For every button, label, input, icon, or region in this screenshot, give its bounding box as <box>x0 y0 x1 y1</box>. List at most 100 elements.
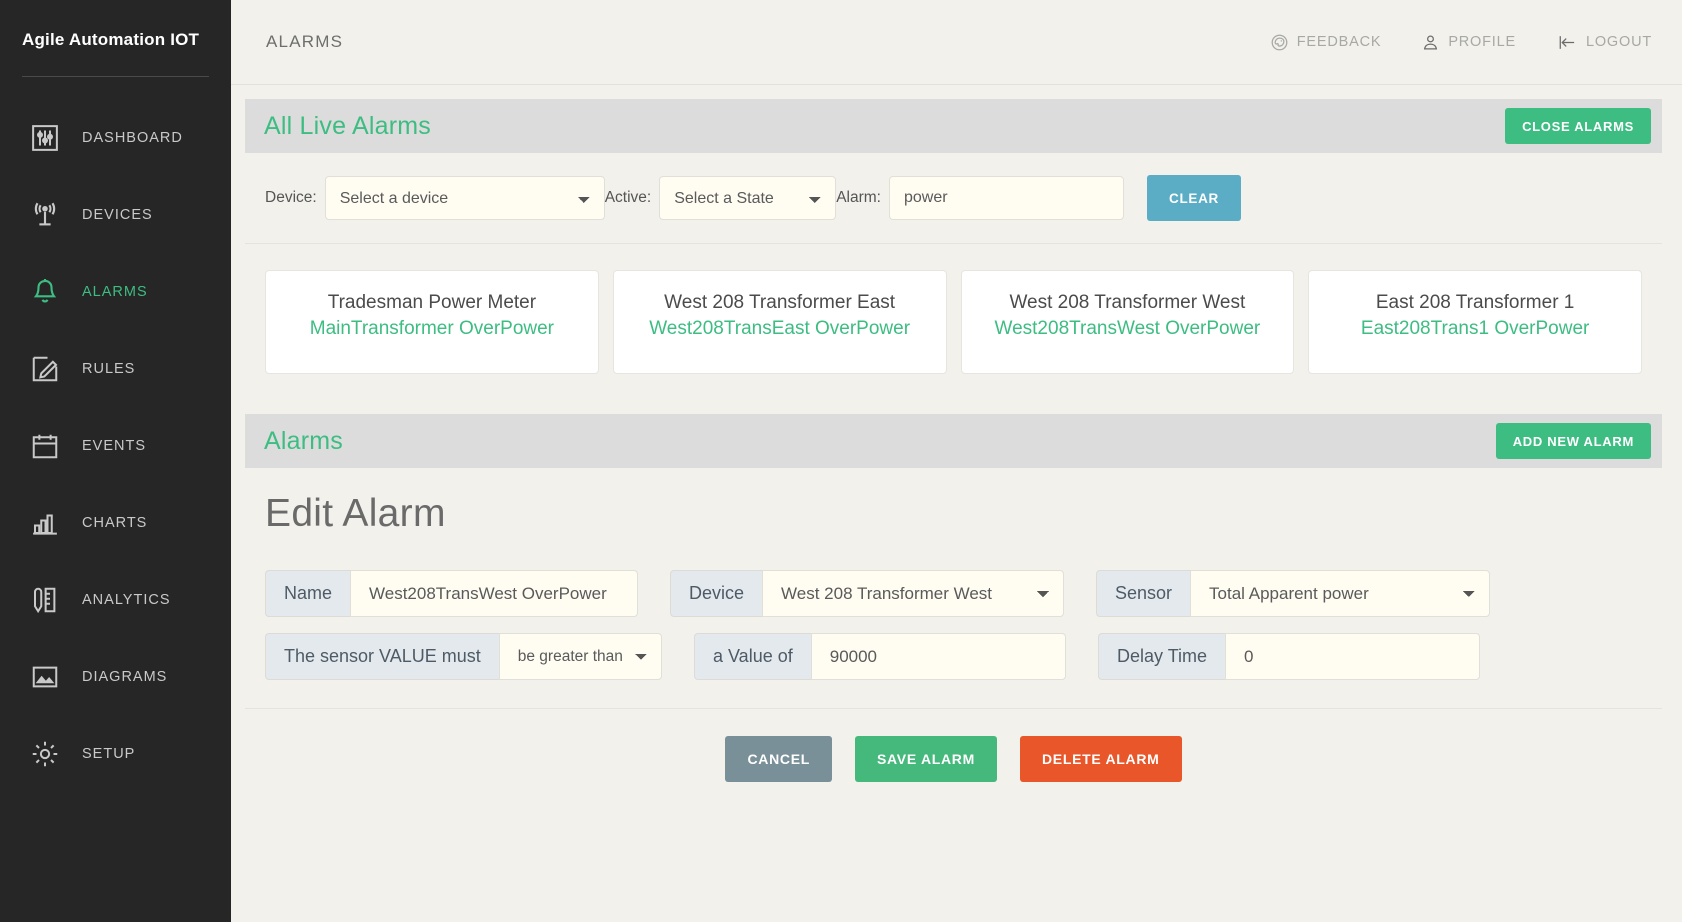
add-new-alarm-button[interactable]: ADD NEW ALARM <box>1495 423 1651 459</box>
form-row-condition: The sensor VALUE must be greater than a … <box>265 633 1642 680</box>
live-alarms-header: All Live Alarms CLOSE ALARMS <box>245 99 1662 153</box>
sidebar-item-devices[interactable]: DEVICES <box>0 176 231 253</box>
sidebar-item-diagrams[interactable]: DIAGRAMS <box>0 638 231 715</box>
sensor-label: Sensor <box>1096 570 1191 617</box>
content-area: All Live Alarms CLOSE ALARMS Device: Sel… <box>231 85 1682 922</box>
edit-alarm-actions: CANCEL SAVE ALARM DELETE ALARM <box>245 708 1662 782</box>
topbar-actions: FEEDBACK PROFILE LOGOUT <box>1230 33 1682 52</box>
image-icon <box>28 660 62 694</box>
condition-field-group: The sensor VALUE must be greater than <box>265 633 662 680</box>
bell-icon <box>28 275 62 309</box>
antenna-icon <box>28 198 62 232</box>
save-alarm-button[interactable]: SAVE ALARM <box>854 736 997 782</box>
profile-label: PROFILE <box>1448 34 1516 50</box>
device-label: Device <box>670 570 763 617</box>
alarm-sensor-select[interactable]: Total Apparent power <box>1190 570 1490 617</box>
logout-arrow-icon <box>1556 33 1586 52</box>
pencil-ruler-icon <box>28 583 62 617</box>
sidebar-item-label: EVENTS <box>82 437 147 454</box>
sidebar-item-setup[interactable]: SETUP <box>0 715 231 792</box>
profile-button[interactable]: PROFILE <box>1421 33 1516 52</box>
delete-alarm-button[interactable]: DELETE ALARM <box>1019 736 1182 782</box>
sidebar-item-label: DASHBOARD <box>82 129 183 146</box>
device-filter-select[interactable]: Select a device <box>324 176 605 220</box>
sidebar-item-label: SETUP <box>82 745 136 762</box>
logout-label: LOGOUT <box>1585 34 1652 50</box>
condition-label: The sensor VALUE must <box>265 633 499 680</box>
name-field-group: Name <box>265 570 638 617</box>
active-filter-label: Active: <box>604 189 652 206</box>
sidebar-item-events[interactable]: EVENTS <box>0 407 231 484</box>
card-device-name: East 208 Transformer 1 <box>1375 292 1575 313</box>
bar-chart-icon <box>28 506 62 540</box>
live-alarm-cards: Tradesman Power Meter MainTransformer Ov… <box>245 244 1662 400</box>
brand-title: Agile Automation IOT <box>22 30 200 49</box>
card-device-name: Tradesman Power Meter <box>327 292 537 313</box>
sensor-field-group: Sensor Total Apparent power <box>1096 570 1490 617</box>
pencil-square-icon <box>28 352 62 386</box>
sidebar-item-analytics[interactable]: ANALYTICS <box>0 561 231 638</box>
sidebar-item-label: DIAGRAMS <box>82 668 168 685</box>
calendar-icon <box>28 429 62 463</box>
logout-button[interactable]: LOGOUT <box>1556 33 1652 52</box>
live-alarm-card[interactable]: West 208 Transformer West West208TransWe… <box>960 270 1295 374</box>
cancel-button[interactable]: CANCEL <box>725 736 832 782</box>
alarm-device-select[interactable]: West 208 Transformer West <box>762 570 1064 617</box>
page-title: ALARMS <box>266 32 344 51</box>
value-label: a Value of <box>694 633 811 680</box>
topbar: ALARMS FEEDBACK PROFILE LOGOUT <box>231 0 1682 85</box>
card-device-name: West 208 Transformer West <box>1009 292 1246 313</box>
name-label: Name <box>265 570 351 617</box>
alarm-name-input[interactable] <box>350 570 638 617</box>
value-field-group: a Value of <box>694 633 1066 680</box>
live-alarm-card[interactable]: Tradesman Power Meter MainTransformer Ov… <box>265 270 599 374</box>
brand-divider <box>22 76 209 77</box>
form-row-primary: Name Device West 208 Transformer West Se… <box>265 570 1642 617</box>
sidebar-item-label: DEVICES <box>82 206 153 223</box>
sidebar-item-label: RULES <box>82 360 136 377</box>
main-area: ALARMS FEEDBACK PROFILE LOGOUT All Live … <box>231 0 1682 922</box>
alarm-filter-input[interactable] <box>889 176 1124 220</box>
close-alarms-button[interactable]: CLOSE ALARMS <box>1505 108 1651 144</box>
card-alarm-name: MainTransformer OverPower <box>309 318 554 339</box>
delay-field-group: Delay Time <box>1098 633 1481 680</box>
gear-icon <box>28 737 62 771</box>
live-alarm-card[interactable]: East 208 Transformer 1 East208Trans1 Ove… <box>1308 270 1642 374</box>
edit-alarm-fields: Name Device West 208 Transformer West Se… <box>265 570 1642 680</box>
card-device-name: West 208 Transformer East <box>664 292 896 313</box>
feedback-button[interactable]: FEEDBACK <box>1270 33 1382 52</box>
card-alarm-name: West208TransWest OverPower <box>994 318 1261 339</box>
app-root: Agile Automation IOT DASHBOARD DEVICES A… <box>0 0 1682 922</box>
alarms-header: Alarms ADD NEW ALARM <box>245 414 1662 468</box>
sidebar-item-label: CHARTS <box>82 514 148 531</box>
sidebar-item-label: ANALYTICS <box>82 591 171 608</box>
alarm-filter-bar: Device: Select a device Active: Select a… <box>245 153 1662 244</box>
alarms-title: Alarms <box>264 426 343 455</box>
sidebar-item-rules[interactable]: RULES <box>0 330 231 407</box>
alarm-value-input[interactable] <box>810 633 1066 680</box>
sidebar-item-dashboard[interactable]: DASHBOARD <box>0 99 231 176</box>
device-field-group: Device West 208 Transformer West <box>670 570 1064 617</box>
card-alarm-name: East208Trans1 OverPower <box>1360 318 1590 339</box>
live-alarm-card[interactable]: West 208 Transformer East West208TransEa… <box>612 270 947 374</box>
sidebar: Agile Automation IOT DASHBOARD DEVICES A… <box>0 0 231 922</box>
alarm-condition-select[interactable]: be greater than <box>498 633 662 680</box>
sidebar-item-alarms[interactable]: ALARMS <box>0 253 231 330</box>
edit-alarm-form: Edit Alarm Name Device West 208 Transfor… <box>245 468 1662 680</box>
live-alarms-title: All Live Alarms <box>264 111 431 140</box>
sliders-icon <box>28 121 62 155</box>
sidebar-item-label: ALARMS <box>82 283 148 300</box>
device-filter-label: Device: <box>265 189 317 206</box>
card-alarm-name: West208TransEast OverPower <box>649 318 911 339</box>
user-icon <box>1421 33 1448 52</box>
alarm-delay-input[interactable] <box>1225 633 1481 680</box>
sidebar-item-charts[interactable]: CHARTS <box>0 484 231 561</box>
feedback-label: FEEDBACK <box>1296 34 1382 50</box>
feedback-icon <box>1270 33 1297 52</box>
state-filter-select[interactable]: Select a State <box>659 176 837 220</box>
delay-label: Delay Time <box>1098 633 1226 680</box>
edit-alarm-title: Edit Alarm <box>265 492 446 535</box>
clear-filters-button[interactable]: CLEAR <box>1147 175 1241 221</box>
sidebar-nav: DASHBOARD DEVICES ALARMS RULES EVENTS CH… <box>0 99 231 792</box>
alarm-filter-label: Alarm: <box>836 189 881 206</box>
